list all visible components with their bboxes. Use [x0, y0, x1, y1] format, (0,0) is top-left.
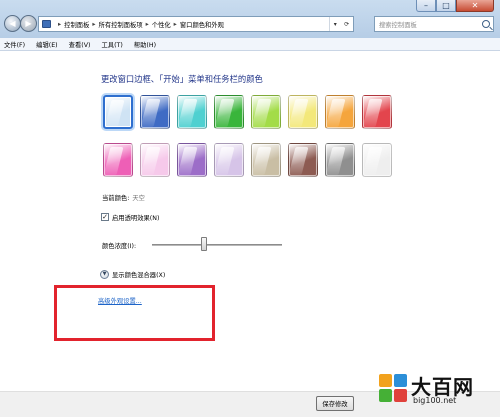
color-swatch-sky[interactable]	[103, 95, 133, 129]
main-content: 更改窗口边框、「开始」菜单和任务栏的颜色 当前颜色: 天空 ✓ 启用透明效果(N)…	[0, 51, 500, 391]
breadcrumb-separator-icon: ▸	[173, 20, 177, 28]
transparency-label: 启用透明效果(N)	[112, 215, 160, 222]
color-swatch-violet[interactable]	[177, 143, 207, 177]
save-changes-button[interactable]: 保存修改	[316, 396, 354, 411]
current-color-label: 当前颜色:	[102, 195, 130, 202]
breadcrumb-item[interactable]: 控制面板	[64, 20, 89, 29]
intensity-slider-track[interactable]	[152, 244, 282, 246]
refresh-icon[interactable]: ⟳	[344, 21, 349, 28]
arrow-right-icon: ▶	[25, 19, 32, 28]
menu-help[interactable]: 帮助(H)	[134, 40, 156, 49]
color-swatch-taupe[interactable]	[251, 143, 281, 177]
current-color-row: 当前颜色: 天空	[102, 193, 145, 202]
arrow-left-icon: ◀	[9, 19, 16, 28]
address-bar[interactable]: ▸ 控制面板 ▸ 所有控制面板项 ▸ 个性化 ▸ 窗口颜色和外观 ▾ ⟳	[38, 16, 354, 32]
intensity-label: 颜色浓度(I):	[102, 243, 137, 250]
color-swatch-leaf[interactable]	[214, 95, 244, 129]
expand-mixer-button[interactable]: ▼	[100, 270, 109, 279]
search-input[interactable]: 搜索控制面板	[374, 16, 494, 32]
color-swatch-slate[interactable]	[325, 143, 355, 177]
page-heading: 更改窗口边框、「开始」菜单和任务栏的颜色	[101, 74, 263, 84]
highlight-annotation-box	[54, 285, 215, 341]
breadcrumb-item[interactable]: 个性化	[152, 20, 171, 29]
menu-file[interactable]: 文件(F)	[4, 40, 25, 49]
menu-view[interactable]: 查看(V)	[69, 40, 91, 49]
dropdown-icon[interactable]: ▾	[334, 21, 337, 28]
mixer-label[interactable]: 显示颜色混合器(X)	[112, 270, 165, 279]
caption-buttons: – □ ✕	[416, 0, 494, 12]
forward-button[interactable]: ▶	[20, 15, 37, 32]
intensity-slider-thumb[interactable]	[201, 237, 207, 251]
close-button[interactable]: ✕	[456, 0, 494, 12]
current-color-value: 天空	[132, 195, 145, 202]
breadcrumb-separator-icon: ▸	[58, 20, 62, 28]
color-swatch-sea[interactable]	[177, 95, 207, 129]
search-placeholder: 搜索控制面板	[379, 21, 417, 29]
search-icon[interactable]	[482, 20, 490, 28]
transparency-checkbox[interactable]: ✓	[101, 213, 109, 221]
minimize-button[interactable]: –	[416, 0, 436, 12]
color-swatch-lemon[interactable]	[288, 95, 318, 129]
color-swatch-chocolate[interactable]	[288, 143, 318, 177]
color-swatch-pumpkin[interactable]	[325, 95, 355, 129]
control-panel-icon	[42, 20, 51, 28]
window-titlebar: – □ ✕ ◀ ▶ ▸ 控制面板 ▸ 所有控制面板项 ▸ 个性化 ▸ 窗口颜色和…	[0, 0, 500, 38]
color-swatch-ruby[interactable]	[362, 95, 392, 129]
watermark-url: big100.net	[413, 396, 457, 405]
color-swatch-lavender[interactable]	[214, 143, 244, 177]
breadcrumb-separator-icon: ▸	[145, 20, 149, 28]
menu-edit[interactable]: 编辑(E)	[36, 40, 58, 49]
color-swatch-blush[interactable]	[140, 143, 170, 177]
color-swatch-frost[interactable]	[362, 143, 392, 177]
chevron-down-icon: ▼	[102, 271, 107, 277]
menu-bar: 文件(F) 编辑(E) 查看(V) 工具(T) 帮助(H)	[0, 38, 500, 51]
menu-tools[interactable]: 工具(T)	[101, 40, 122, 49]
back-button[interactable]: ◀	[4, 15, 21, 32]
breadcrumb-item[interactable]: 所有控制面板项	[99, 20, 143, 29]
color-swatch-lime[interactable]	[251, 95, 281, 129]
color-swatch-twilight[interactable]	[140, 95, 170, 129]
address-controls: ▾ ⟳	[329, 17, 353, 31]
breadcrumb-separator-icon: ▸	[92, 20, 96, 28]
color-swatch-fuchsia[interactable]	[103, 143, 133, 177]
watermark-logo-icon	[379, 374, 407, 402]
maximize-button[interactable]: □	[436, 0, 456, 12]
breadcrumb-item[interactable]: 窗口颜色和外观	[180, 20, 224, 29]
